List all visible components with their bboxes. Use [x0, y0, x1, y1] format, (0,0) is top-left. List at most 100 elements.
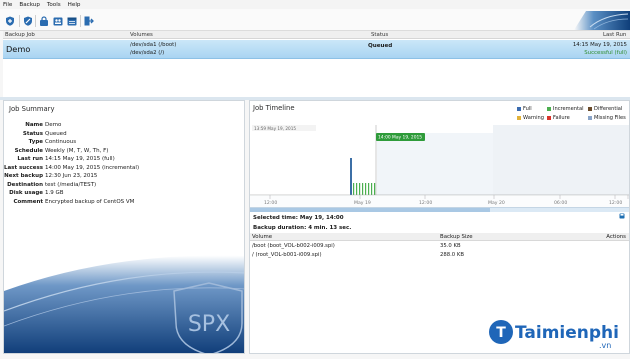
- volume-row[interactable]: /boot (boot_VOL-b002-i009.spi) 35.0 KB: [250, 242, 629, 251]
- volume-row[interactable]: / (root_VOL-b001-i009.spi) 288.0 KB: [250, 251, 629, 260]
- menu-help[interactable]: Help: [68, 2, 81, 8]
- legend-label: Full: [523, 106, 532, 112]
- summary-label: Status: [22, 130, 43, 137]
- legend-label: Warning: [523, 115, 544, 121]
- legend-swatch: [588, 116, 592, 120]
- lock-icon[interactable]: [39, 16, 49, 26]
- summary-row-comment: Comment Encrypted backup of CentOS VM: [4, 198, 244, 207]
- future-region: [493, 125, 629, 195]
- summary-row-destination: Destination test (/media/TEST): [4, 181, 244, 190]
- summary-row-last-success: Last success 14:00 May 19, 2015 (incremen…: [3, 164, 244, 173]
- legend-swatch: [547, 107, 551, 111]
- watermark-suffix: .vn: [599, 341, 611, 350]
- legend-differential: Differential: [588, 106, 622, 112]
- job-name: Demo: [6, 44, 31, 54]
- timeline-detail: Selected time: May 19, 14:00 Backup dura…: [253, 213, 627, 233]
- legend-warning: Warning: [517, 115, 544, 121]
- incremental-backup-bar[interactable]: [359, 183, 361, 195]
- shield-add-icon[interactable]: [5, 16, 15, 26]
- toolbar-separator: [19, 15, 20, 27]
- shield-edit-icon[interactable]: [23, 16, 33, 26]
- summary-value: Weekly (M, T, W, Th, F): [45, 147, 109, 154]
- menubar: File Backup Tools Help: [0, 0, 630, 9]
- incremental-backup-bar[interactable]: [353, 183, 355, 195]
- column-status[interactable]: Status: [371, 32, 388, 38]
- logout-icon[interactable]: [84, 16, 94, 26]
- job-status: Queued: [368, 43, 393, 49]
- brand-banner: [574, 11, 630, 30]
- volume-size: 288.0 KB: [440, 252, 464, 258]
- summary-row-disk-usage: Disk usage 1.9 GB: [4, 190, 244, 198]
- summary-value: 14:00 May 19, 2015 (incremental): [45, 164, 140, 171]
- incremental-backup-bar[interactable]: [356, 183, 358, 195]
- legend-label: Failure: [553, 115, 570, 121]
- volume-name: / (root_VOL-b001-i009.spi): [252, 252, 322, 258]
- legend-failure: Failure: [547, 115, 570, 121]
- toolbar-separator: [80, 15, 81, 27]
- column-volume[interactable]: Volume: [252, 234, 272, 240]
- summary-value: Encrypted backup of CentOS VM: [45, 198, 135, 205]
- job-row-selected[interactable]: Demo /dev/sda1 (/boot) /dev/sda2 (/) Que…: [3, 40, 630, 59]
- column-actions: Actions: [606, 234, 626, 240]
- watermark-brand: Taimienphi: [515, 323, 619, 343]
- menu-backup[interactable]: Backup: [19, 2, 40, 8]
- user-group-icon[interactable]: [53, 16, 63, 26]
- disk-icon[interactable]: [619, 213, 625, 219]
- summary-label: Last success: [3, 164, 43, 171]
- summary-label: Type: [28, 139, 43, 145]
- legend-swatch: [588, 107, 592, 111]
- incremental-backup-bar[interactable]: [362, 183, 364, 195]
- toolbar: [0, 9, 630, 31]
- timeline-scrollbar[interactable]: [250, 207, 629, 212]
- legend-label: Differential: [594, 106, 623, 112]
- summary-value: 14:15 May 19, 2015 (full): [45, 156, 115, 162]
- volume-size: 35.0 KB: [440, 243, 461, 249]
- summary-row-schedule: Schedule Weekly (M, T, W, Th, F): [4, 147, 244, 156]
- legend-label: Incremental: [553, 106, 584, 112]
- volume-name: /boot (boot_VOL-b002-i009.spi): [252, 243, 335, 249]
- legend-swatch: [517, 107, 521, 111]
- column-volumes[interactable]: Volumes: [130, 32, 153, 38]
- timeline-chart[interactable]: 13:59 May 19, 2015 14:00 May 19, 2015 12…: [250, 125, 629, 207]
- column-backup-job[interactable]: Backup Job: [5, 32, 35, 38]
- summary-row-type: Type Continuous: [4, 139, 244, 147]
- summary-row-next-backup: Next backup 12:30 Jun 23, 2015: [4, 173, 244, 181]
- summary-value: 1.9 GB: [45, 190, 64, 196]
- summary-label: Last run: [17, 156, 43, 162]
- selected-time: Selected time: May 19, 14:00: [253, 215, 344, 221]
- volume-table-header: Volume Backup Size Actions: [250, 233, 629, 241]
- incremental-backup-bar[interactable]: [371, 183, 373, 195]
- job-volume: /dev/sda1 (/boot): [130, 42, 177, 48]
- legend-missing-files: Missing Files: [588, 115, 626, 121]
- column-last-run[interactable]: Last Run: [603, 32, 626, 38]
- spx-background-graphic: SPX: [4, 255, 244, 353]
- menu-file[interactable]: File: [3, 2, 12, 8]
- incremental-backup-bar[interactable]: [374, 183, 376, 195]
- incremental-backup-bar[interactable]: [365, 183, 367, 195]
- job-last-run-result: Successful (full): [584, 50, 627, 56]
- summary-label: Destination: [7, 181, 43, 188]
- job-summary-title: Job Summary: [9, 105, 55, 113]
- legend-label: Missing Files: [594, 115, 626, 121]
- summary-label: Next backup: [4, 173, 43, 179]
- timeline-scroll-thumb[interactable]: [250, 208, 490, 212]
- summary-label: Schedule: [14, 147, 43, 154]
- full-backup-bar[interactable]: [350, 158, 352, 195]
- spx-logo-text: SPX: [188, 312, 230, 337]
- timeline-start-label: 13:59 May 19, 2015: [254, 126, 296, 131]
- selected-time-marker-label: 14:00 May 19, 2015: [378, 135, 422, 141]
- svg-text:T: T: [496, 325, 506, 341]
- summary-value: test (/media/TEST): [45, 181, 97, 188]
- job-timeline-panel: Job Timeline Full Incremental Differenti…: [249, 100, 630, 354]
- summary-value: 12:30 Jun 23, 2015: [45, 173, 98, 179]
- menu-tools[interactable]: Tools: [47, 2, 61, 8]
- incremental-backup-bar[interactable]: [368, 183, 370, 195]
- legend-full: Full: [517, 106, 532, 112]
- legend-swatch: [547, 116, 551, 120]
- column-backup-size[interactable]: Backup Size: [440, 234, 473, 240]
- job-timeline-title: Job Timeline: [253, 104, 295, 112]
- app-window: File Backup Tools Help Backup Job Volume…: [0, 0, 630, 359]
- summary-label: Comment: [13, 198, 43, 205]
- watermark-logo: T Taimienphi .vn: [489, 320, 619, 350]
- calendar-icon[interactable]: [67, 16, 77, 26]
